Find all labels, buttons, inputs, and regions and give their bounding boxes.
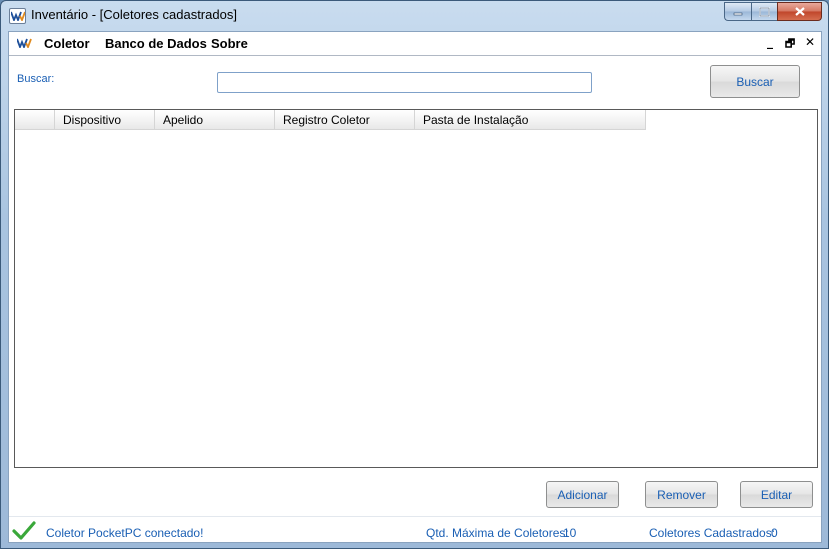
close-icon [794, 7, 805, 16]
main-window: Inventário - [Coletores cadastrados] Col… [0, 0, 829, 549]
mdi-close-button[interactable]: ✕ [803, 35, 817, 54]
max-collectors-label: Qtd. Máxima de Coletores: [426, 526, 569, 540]
column-dispositivo[interactable]: Dispositivo [55, 110, 155, 130]
menu-item-sobre[interactable]: Sobre [211, 36, 248, 51]
mdi-restore-button[interactable]: 🗗 [783, 35, 797, 54]
client-area: Coletor Banco de Dados Sobre _ 🗗 ✕ Busca… [8, 31, 822, 543]
add-button[interactable]: Adicionar [546, 481, 619, 508]
menu-item-coletor[interactable]: Coletor [44, 36, 90, 51]
remove-button[interactable]: Remover [645, 481, 718, 508]
column-registro-coletor[interactable]: Registro Coletor [275, 110, 415, 130]
menu-item-banco-de-dados[interactable]: Banco de Dados [105, 36, 207, 51]
check-icon [12, 521, 36, 540]
mdi-minimize-button[interactable]: _ [763, 35, 777, 54]
close-button[interactable] [777, 2, 822, 21]
window-controls [724, 2, 822, 21]
mdi-logo-icon[interactable] [17, 38, 33, 48]
menu-bar: Coletor Banco de Dados Sobre _ 🗗 ✕ [9, 32, 821, 56]
connection-status: Coletor PocketPC conectado! [46, 526, 204, 540]
column-apelido[interactable]: Apelido [155, 110, 275, 130]
app-logo-icon[interactable] [9, 8, 26, 24]
row-header-column[interactable] [15, 110, 55, 130]
maximize-button[interactable] [751, 2, 777, 21]
maximize-icon [759, 6, 770, 17]
search-label: Buscar: [17, 73, 55, 85]
title-bar[interactable]: Inventário - [Coletores cadastrados] [1, 1, 828, 31]
status-bar: Coletor PocketPC conectado! Qtd. Máxima … [9, 516, 821, 542]
search-button[interactable]: Buscar [710, 65, 800, 98]
max-collectors-value: 10 [563, 526, 577, 540]
collectors-table[interactable]: Dispositivo Apelido Registro Coletor Pas… [14, 109, 818, 468]
table-header: Dispositivo Apelido Registro Coletor Pas… [15, 110, 646, 130]
registered-collectors-label: Coletores Cadastrados: [649, 526, 776, 540]
registered-collectors-value: 0 [771, 526, 778, 540]
column-pasta-de-instalacao[interactable]: Pasta de Instalação [415, 110, 646, 130]
mdi-controls: _ 🗗 ✕ [763, 35, 817, 54]
search-input[interactable] [217, 72, 592, 93]
edit-button[interactable]: Editar [740, 481, 813, 508]
minimize-icon [733, 12, 743, 15]
minimize-button[interactable] [724, 2, 751, 21]
window-title: Inventário - [Coletores cadastrados] [31, 7, 237, 22]
